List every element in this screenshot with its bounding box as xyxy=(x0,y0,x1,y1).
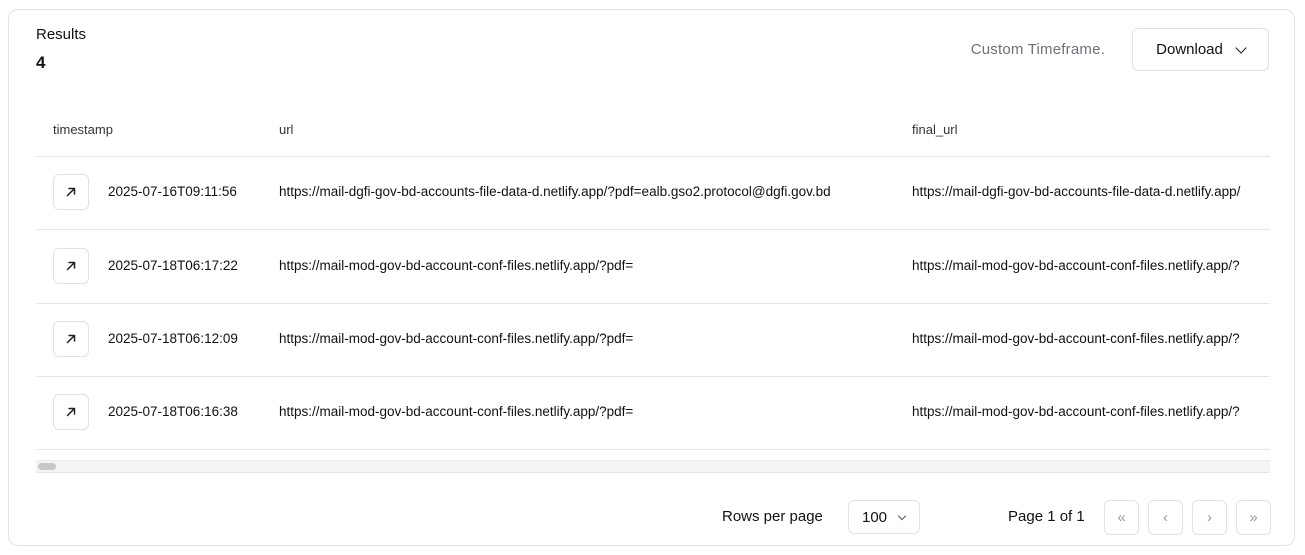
download-button-label: Download xyxy=(1156,41,1223,58)
column-header-final-url[interactable]: final_url xyxy=(912,122,958,137)
page-info: Page 1 of 1 xyxy=(1008,508,1085,525)
download-button[interactable]: Download xyxy=(1132,28,1269,71)
cell-timestamp: 2025-07-18T06:12:09 xyxy=(108,331,238,346)
results-count: 4 xyxy=(36,53,46,72)
double-chevron-right-icon: » xyxy=(1249,509,1258,526)
previous-page-button[interactable]: ‹ xyxy=(1148,500,1183,535)
column-header-timestamp[interactable]: timestamp xyxy=(53,122,113,137)
rows-per-page-value: 100 xyxy=(862,508,888,526)
cell-final-url: https://mail-dgfi-gov-bd-accounts-file-d… xyxy=(912,184,1241,199)
open-row-button[interactable] xyxy=(53,174,89,210)
scrollbar-thumb[interactable] xyxy=(38,463,56,470)
cell-final-url: https://mail-mod-gov-bd-account-conf-fil… xyxy=(912,404,1240,419)
rows-per-page-select[interactable]: 100 xyxy=(848,500,920,534)
cell-url: https://mail-mod-gov-bd-account-conf-fil… xyxy=(279,331,634,346)
horizontal-scrollbar[interactable] xyxy=(36,460,1270,473)
cell-final-url: https://mail-mod-gov-bd-account-conf-fil… xyxy=(912,331,1240,346)
results-table: timestamp url final_url 2025-07-16T09:11… xyxy=(36,100,1270,464)
arrow-up-right-icon xyxy=(66,407,76,417)
table-row: 2025-07-18T06:12:09 https://mail-mod-gov… xyxy=(36,303,1270,377)
arrow-up-right-icon xyxy=(66,334,76,344)
cell-url: https://mail-dgfi-gov-bd-accounts-file-d… xyxy=(279,184,831,199)
chevron-left-icon: ‹ xyxy=(1163,509,1168,526)
cell-final-url: https://mail-mod-gov-bd-account-conf-fil… xyxy=(912,258,1240,273)
results-title: Results xyxy=(36,26,87,43)
cell-timestamp: 2025-07-18T06:17:22 xyxy=(108,258,238,273)
next-page-button[interactable]: › xyxy=(1192,500,1227,535)
chevron-down-icon xyxy=(897,511,907,520)
table-header: timestamp url final_url xyxy=(36,100,1270,157)
cell-url: https://mail-mod-gov-bd-account-conf-fil… xyxy=(279,404,634,419)
table-row: 2025-07-18T06:17:22 https://mail-mod-gov… xyxy=(36,230,1270,304)
chevron-down-icon xyxy=(1235,41,1247,54)
results-card: Results 4 Custom Timeframe. Download tim… xyxy=(8,9,1295,546)
open-row-button[interactable] xyxy=(53,248,89,284)
arrow-up-right-icon xyxy=(66,261,76,271)
first-page-button[interactable]: « xyxy=(1104,500,1139,535)
arrow-up-right-icon xyxy=(66,187,76,197)
cell-timestamp: 2025-07-18T06:16:38 xyxy=(108,404,238,419)
cell-timestamp: 2025-07-16T09:11:56 xyxy=(108,184,237,199)
column-header-url[interactable]: url xyxy=(279,122,293,137)
table-row: 2025-07-16T09:11:56 https://mail-dgfi-go… xyxy=(36,156,1270,230)
open-row-button[interactable] xyxy=(53,321,89,357)
cell-url: https://mail-mod-gov-bd-account-conf-fil… xyxy=(279,258,634,273)
rows-per-page-label: Rows per page xyxy=(722,508,823,525)
table-row: 2025-07-18T06:16:38 https://mail-mod-gov… xyxy=(36,376,1270,450)
double-chevron-left-icon: « xyxy=(1117,509,1126,526)
chevron-right-icon: › xyxy=(1207,509,1212,526)
timeframe-label: Custom Timeframe. xyxy=(970,41,1105,58)
last-page-button[interactable]: » xyxy=(1236,500,1271,535)
open-row-button[interactable] xyxy=(53,394,89,430)
